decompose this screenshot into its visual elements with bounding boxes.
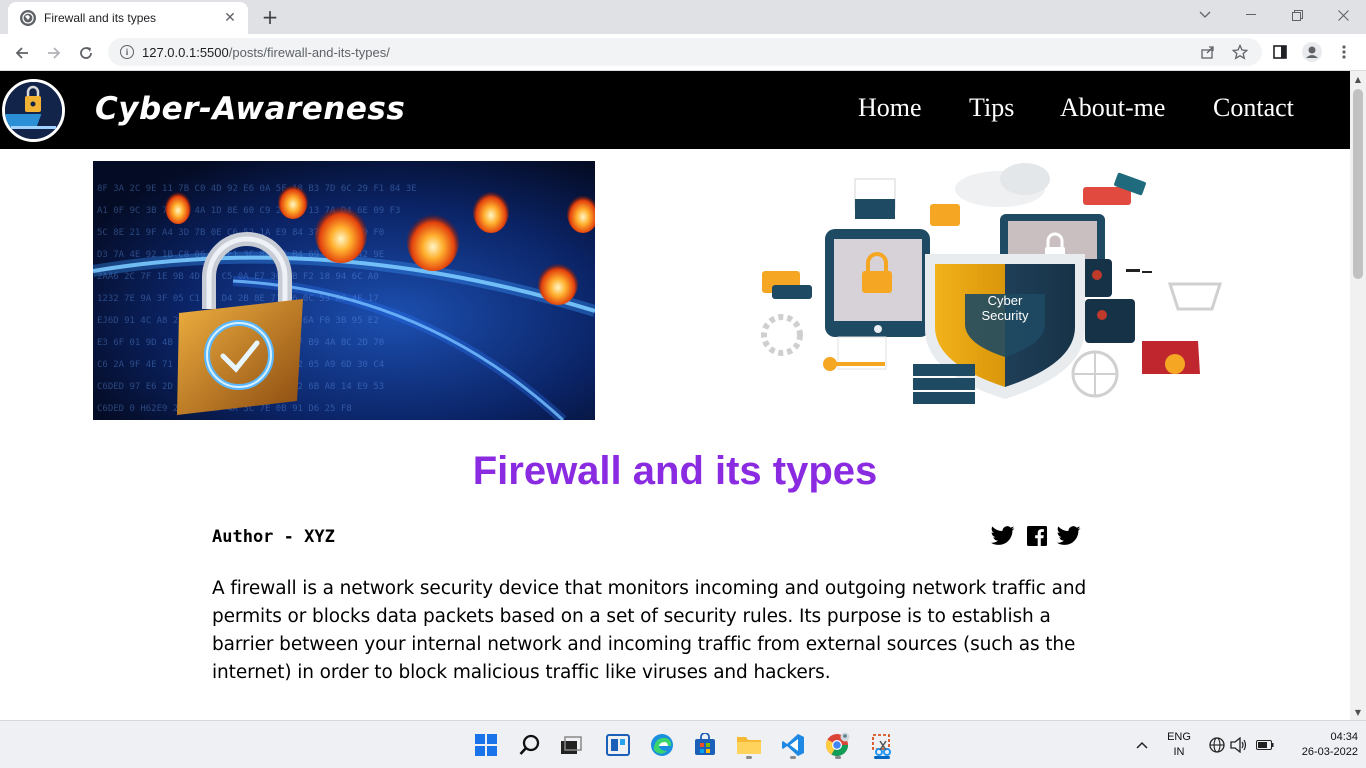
- address-bar[interactable]: i 127.0.0.1:5500/posts/firewall-and-its-…: [108, 38, 1262, 66]
- windows-taskbar: ENG IN 04:34 26-03-2022: [0, 720, 1366, 768]
- firewall-hero-image: 8F 3A 2C 9E 11 7B C0 4D 92 E6 0A 5F 18 B…: [93, 161, 595, 420]
- globe-icon: [20, 10, 36, 26]
- battery-icon[interactable]: [1254, 729, 1276, 761]
- forward-button[interactable]: [40, 39, 68, 67]
- facebook-icon[interactable]: [1024, 523, 1050, 549]
- language-code: ENG: [1167, 731, 1191, 743]
- url-host: 127.0.0.1:5500: [142, 44, 229, 60]
- vscode-icon[interactable]: [777, 729, 809, 761]
- site-info-icon[interactable]: i: [120, 45, 134, 59]
- task-view-icon[interactable]: [555, 729, 587, 761]
- back-button[interactable]: [8, 39, 36, 67]
- running-indicator: [835, 756, 841, 759]
- page-scrollbar[interactable]: ▲ ▼: [1350, 71, 1366, 720]
- close-tab-icon[interactable]: ✕: [222, 10, 238, 26]
- side-panel-icon[interactable]: [1270, 42, 1290, 62]
- volume-icon[interactable]: [1228, 729, 1250, 761]
- post-body: A firewall is a network security device …: [212, 578, 1087, 683]
- twitter-icon[interactable]: [990, 523, 1016, 549]
- language-indicator[interactable]: ENG IN: [1163, 730, 1195, 760]
- site-brand[interactable]: Cyber-Awareness: [95, 91, 405, 127]
- nav-about-me[interactable]: About-me: [1060, 93, 1165, 123]
- restore-button[interactable]: [1274, 0, 1320, 30]
- search-icon[interactable]: [514, 729, 546, 761]
- scroll-down-arrow-icon[interactable]: ▼: [1350, 704, 1366, 720]
- clock-date: 26-03-2022: [1301, 746, 1358, 758]
- tab-search-icon[interactable]: [1182, 0, 1228, 30]
- post-title: Firewall and its types: [472, 449, 878, 493]
- url-path: /posts/firewall-and-its-types/: [228, 44, 390, 60]
- active-indicator: [874, 756, 890, 759]
- tab-title: Firewall and its types: [44, 11, 157, 25]
- browser-tab-strip: Firewall and its types ✕ +: [0, 0, 1366, 34]
- cyber-security-illustration: Cyber Security: [750, 159, 1255, 421]
- network-globe-icon[interactable]: [1206, 729, 1228, 761]
- snipping-tool-icon[interactable]: [866, 729, 898, 761]
- twitter-icon[interactable]: [1056, 523, 1082, 549]
- windows-start-icon[interactable]: [470, 729, 502, 761]
- nav-tips[interactable]: Tips: [969, 93, 1014, 123]
- chrome-icon[interactable]: [822, 729, 854, 761]
- running-indicator: [790, 756, 796, 759]
- new-tab-button[interactable]: +: [258, 5, 282, 29]
- browser-toolbar: i 127.0.0.1:5500/posts/firewall-and-its-…: [0, 34, 1366, 71]
- page-viewport: Cyber-Awareness Home Tips About-me Conta…: [0, 71, 1366, 720]
- clock[interactable]: 04:34 26-03-2022: [1282, 730, 1358, 760]
- close-window-button[interactable]: [1320, 0, 1366, 30]
- hero-badge-line2: Security: [982, 308, 1029, 323]
- profile-avatar-icon[interactable]: [1302, 42, 1322, 62]
- svg-text:8F 3A 2C 9E 11 7B C0 4D 92 E6: 8F 3A 2C 9E 11 7B C0 4D 92 E6 0A 5F 18 B…: [97, 184, 417, 194]
- hero-badge-line1: Cyber: [988, 293, 1023, 308]
- chevron-up-icon[interactable]: [1130, 729, 1154, 761]
- bookmark-star-icon[interactable]: [1230, 42, 1250, 62]
- widgets-icon[interactable]: [602, 729, 634, 761]
- language-region: IN: [1173, 746, 1185, 758]
- file-explorer-icon[interactable]: [733, 729, 765, 761]
- store-icon[interactable]: [689, 729, 721, 761]
- minimize-button[interactable]: [1228, 0, 1274, 30]
- post-author: Author - XYZ: [212, 527, 335, 547]
- scroll-up-arrow-icon[interactable]: ▲: [1350, 71, 1366, 87]
- browser-tab[interactable]: Firewall and its types ✕: [8, 2, 248, 34]
- edge-icon[interactable]: [646, 729, 678, 761]
- share-icon[interactable]: [1198, 42, 1218, 62]
- reload-button[interactable]: [72, 39, 100, 67]
- browser-menu-icon[interactable]: [1334, 42, 1354, 62]
- site-navbar: Cyber-Awareness Home Tips About-me Conta…: [0, 71, 1350, 149]
- nav-home[interactable]: Home: [858, 93, 922, 123]
- running-indicator: [746, 756, 752, 759]
- scroll-thumb[interactable]: [1353, 89, 1363, 279]
- clock-time: 04:34: [1330, 731, 1358, 743]
- nav-contact[interactable]: Contact: [1213, 93, 1294, 123]
- site-logo[interactable]: [2, 79, 65, 142]
